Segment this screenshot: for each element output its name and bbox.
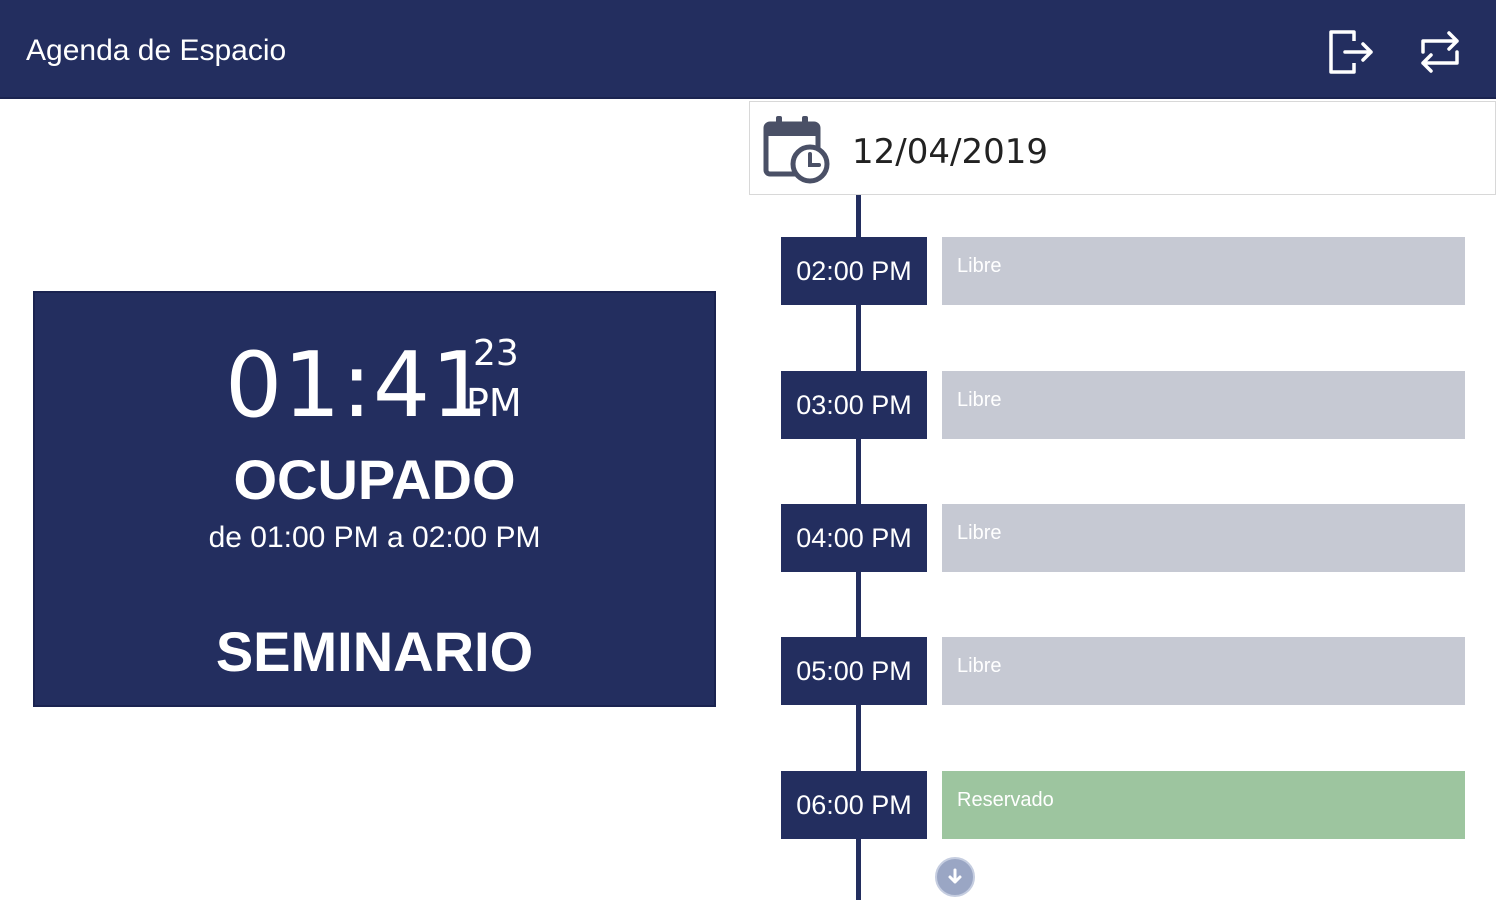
clock-seconds: 23 bbox=[473, 333, 519, 374]
slot-reservado[interactable]: Reservado bbox=[942, 771, 1465, 839]
time-label: 03:00 PM bbox=[781, 371, 927, 439]
clock-ampm: PM bbox=[466, 381, 522, 425]
date-picker[interactable]: 12/04/2019 bbox=[749, 101, 1496, 195]
slot-libre[interactable]: Libre bbox=[942, 504, 1465, 572]
clock-time: 01:41 bbox=[225, 333, 490, 438]
app-header: Agenda de Espacio bbox=[0, 0, 1496, 99]
logout-icon bbox=[1329, 30, 1373, 74]
status-card: 01:41 23 PM OCUPADO de 01:00 PM a 02:00 … bbox=[33, 291, 716, 707]
logout-button[interactable] bbox=[1320, 22, 1380, 82]
slot-libre[interactable]: Libre bbox=[942, 237, 1465, 305]
slot-libre[interactable]: Libre bbox=[942, 371, 1465, 439]
arrow-down-icon bbox=[948, 868, 962, 884]
app-title: Agenda de Espacio bbox=[26, 34, 287, 67]
scroll-down-button[interactable] bbox=[935, 857, 975, 897]
status-time-range: de 01:00 PM a 02:00 PM bbox=[208, 521, 541, 554]
slot-libre[interactable]: Libre bbox=[942, 637, 1465, 705]
time-label: 06:00 PM bbox=[781, 771, 927, 839]
calendar-clock-icon bbox=[763, 116, 830, 184]
time-label: 04:00 PM bbox=[781, 504, 927, 572]
swap-button[interactable] bbox=[1410, 22, 1470, 82]
time-label: 05:00 PM bbox=[781, 637, 927, 705]
date-value: 12/04/2019 bbox=[852, 132, 1048, 172]
status-label: OCUPADO bbox=[233, 448, 516, 511]
event-name: SEMINARIO bbox=[215, 620, 534, 683]
swap-icon bbox=[1421, 31, 1459, 73]
time-label: 02:00 PM bbox=[781, 237, 927, 305]
